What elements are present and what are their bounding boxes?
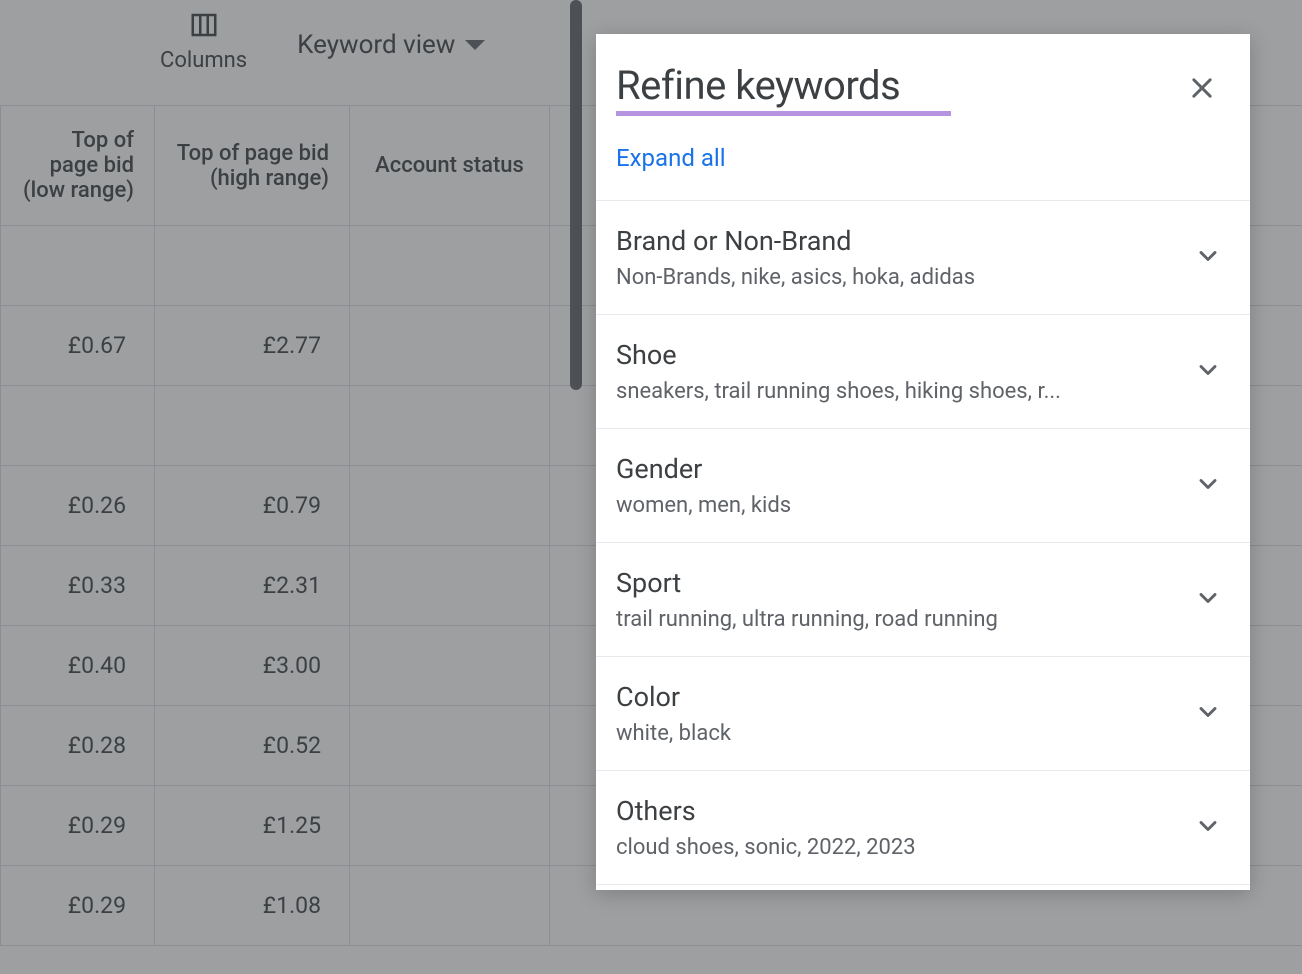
chevron-down-icon bbox=[1194, 584, 1222, 616]
panel-header: Refine keywords bbox=[596, 34, 1250, 136]
filter-group[interactable]: Sport trail running, ultra running, road … bbox=[596, 543, 1250, 657]
filter-group[interactable]: Brand or Non-Brand Non-Brands, nike, asic… bbox=[596, 201, 1250, 315]
filter-group-title: Others bbox=[616, 795, 1174, 827]
chevron-down-icon bbox=[1194, 698, 1222, 730]
filter-group-title: Sport bbox=[616, 567, 1174, 599]
filter-group-values: cloud shoes, sonic, 2022, 2023 bbox=[616, 835, 1174, 860]
filter-group-values: Non-Brands, nike, asics, hoka, adidas bbox=[616, 265, 1174, 290]
expand-all-section: Expand all bbox=[596, 136, 1250, 201]
filter-group-content: Shoe sneakers, trail running shoes, hikin… bbox=[616, 339, 1174, 404]
filter-group[interactable]: Shoe sneakers, trail running shoes, hikin… bbox=[596, 315, 1250, 429]
title-underline bbox=[616, 111, 951, 116]
filter-group-values: trail running, ultra running, road runni… bbox=[616, 607, 1174, 632]
filter-group-content: Others cloud shoes, sonic, 2022, 2023 bbox=[616, 795, 1174, 860]
filter-group-content: Gender women, men, kids bbox=[616, 453, 1174, 518]
filter-group-values: sneakers, trail running shoes, hiking sh… bbox=[616, 379, 1174, 404]
filter-group-title: Color bbox=[616, 681, 1174, 713]
chevron-down-icon bbox=[1194, 356, 1222, 388]
filter-group-content: Color white, black bbox=[616, 681, 1174, 746]
filter-group-title: Gender bbox=[616, 453, 1174, 485]
filter-group[interactable]: Color white, black bbox=[596, 657, 1250, 771]
panel-title: Refine keywords bbox=[616, 62, 951, 109]
refine-keywords-panel: Refine keywords Expand all Brand or Non-… bbox=[596, 34, 1250, 890]
filter-group-values: women, men, kids bbox=[616, 493, 1174, 518]
chevron-down-icon bbox=[1194, 470, 1222, 502]
filter-group-title: Shoe bbox=[616, 339, 1174, 371]
close-icon bbox=[1188, 74, 1216, 102]
filter-group-title: Brand or Non-Brand bbox=[616, 225, 1174, 257]
expand-all-link[interactable]: Expand all bbox=[616, 144, 726, 172]
chevron-down-icon bbox=[1194, 812, 1222, 844]
filter-group-content: Brand or Non-Brand Non-Brands, nike, asic… bbox=[616, 225, 1174, 290]
filter-group-values: white, black bbox=[616, 721, 1174, 746]
chevron-down-icon bbox=[1194, 242, 1222, 274]
close-button[interactable] bbox=[1182, 68, 1222, 108]
filter-group[interactable]: Gender women, men, kids bbox=[596, 429, 1250, 543]
filter-group-content: Sport trail running, ultra running, road … bbox=[616, 567, 1174, 632]
filter-group[interactable]: Others cloud shoes, sonic, 2022, 2023 bbox=[596, 771, 1250, 885]
